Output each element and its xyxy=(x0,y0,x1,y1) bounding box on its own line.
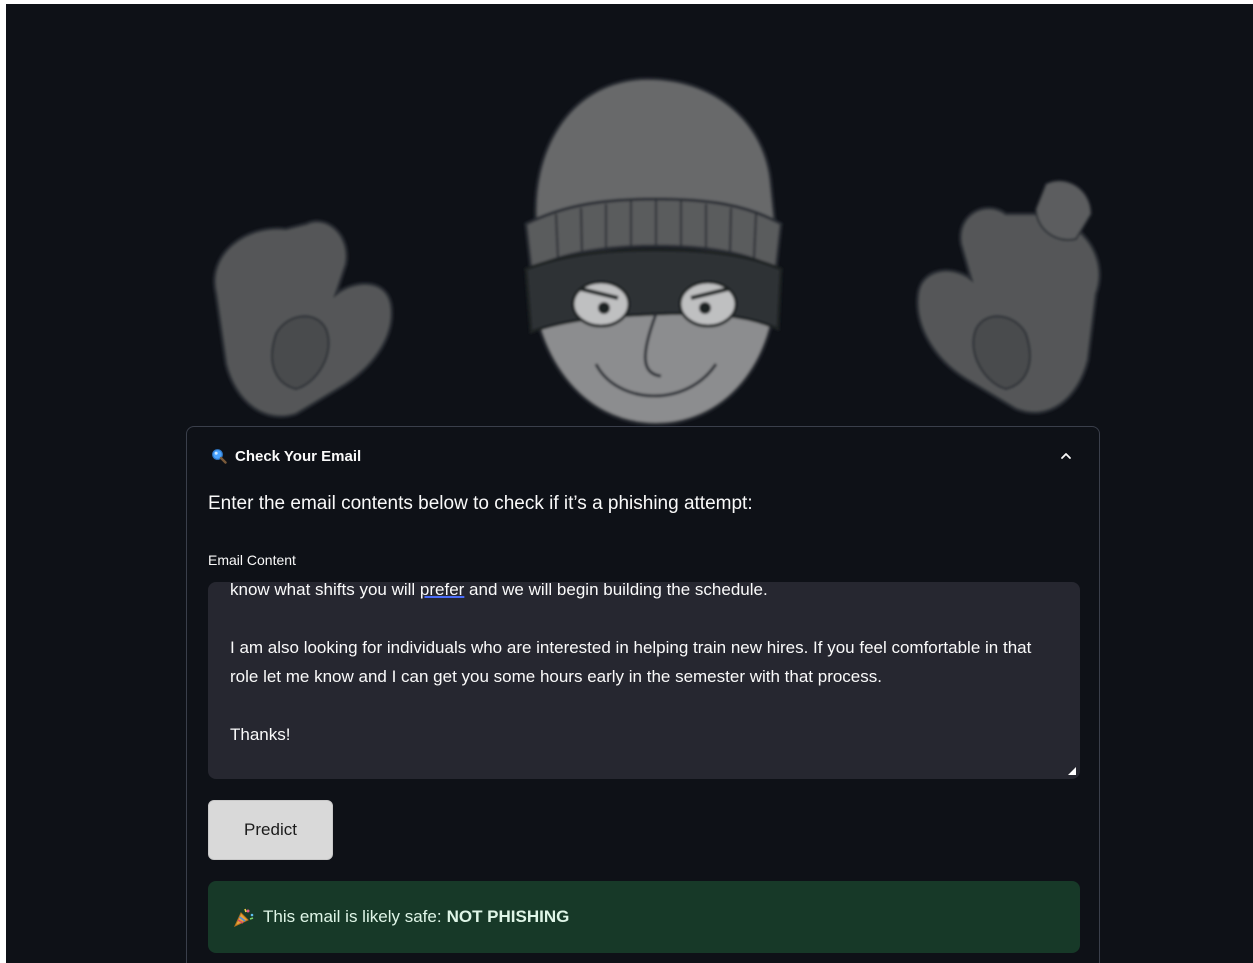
hacker-mascot-illustration xyxy=(213,77,1102,426)
email-line-1: know what shifts you will prefer and we … xyxy=(230,582,768,599)
result-alert: This email is likely safe: NOT PHISHING xyxy=(208,881,1080,953)
spellcheck-word: prefer xyxy=(419,582,465,599)
intro-text: Enter the email contents below to check … xyxy=(208,493,753,514)
email-content-label: Email Content xyxy=(208,552,296,568)
result-prefix: This email is likely safe: xyxy=(263,907,442,926)
email-paragraph-2: I am also looking for individuals who ar… xyxy=(230,638,1032,686)
expander-header[interactable]: Check Your Email xyxy=(187,427,1099,485)
email-content-textarea[interactable]: know what shifts you will prefer and we … xyxy=(208,582,1080,779)
chevron-up-icon[interactable] xyxy=(1059,449,1073,463)
magnifying-glass-icon xyxy=(212,449,227,464)
predict-button[interactable]: Predict xyxy=(208,800,333,860)
check-email-expander: Check Your Email Enter the email content… xyxy=(186,426,1100,963)
party-popper-icon xyxy=(233,908,254,927)
expander-title: Check Your Email xyxy=(235,447,362,465)
result-verdict: NOT PHISHING xyxy=(446,907,570,926)
app-container: Check Your Email Enter the email content… xyxy=(6,4,1253,963)
resize-handle-icon[interactable] xyxy=(1068,767,1076,775)
email-paragraph-3: Thanks! xyxy=(230,725,291,744)
email-content-text: know what shifts you will prefer and we … xyxy=(230,582,1060,778)
